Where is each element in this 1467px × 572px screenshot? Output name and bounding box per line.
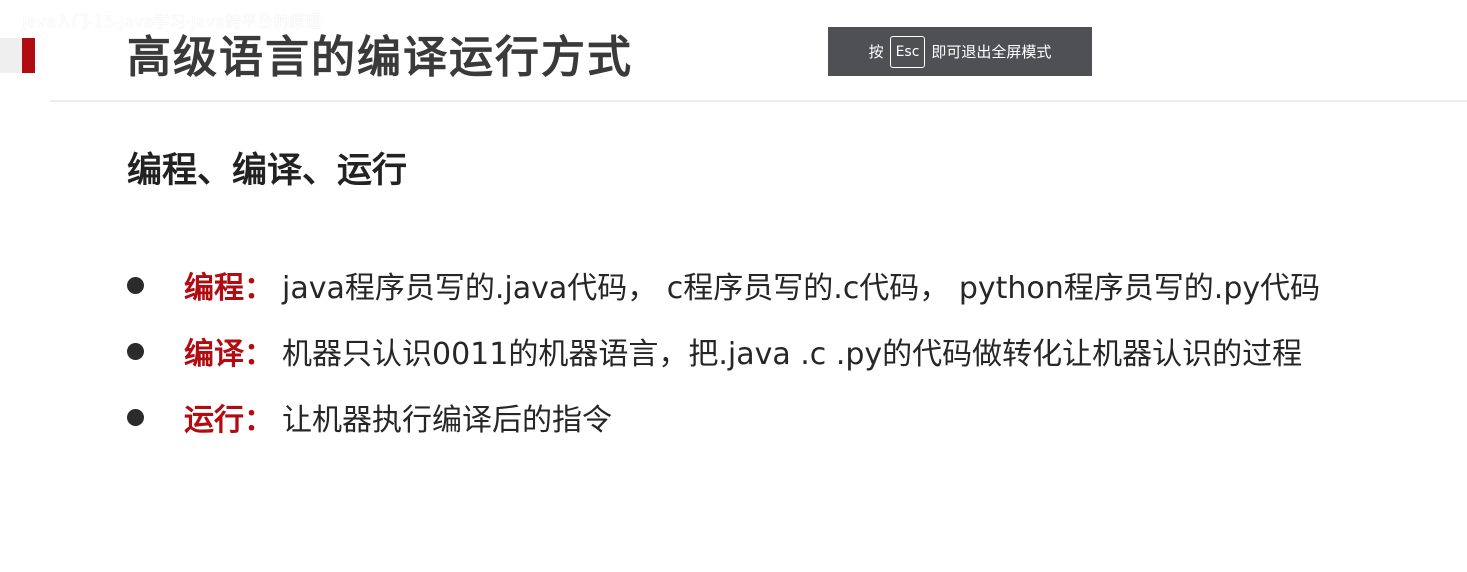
bullet-term: 编程： (184, 271, 274, 306)
bullet-list: 编程： java程序员写的.java代码， c程序员写的.c代码， python… (127, 252, 1447, 450)
bullet-dot-icon (127, 408, 144, 426)
section-heading: 编程、编译、运行 (127, 151, 408, 191)
bullet-term: 运行： (184, 403, 274, 438)
hint-suffix: 即可退出全屏模式 (931, 43, 1052, 61)
bullet-dot-icon (127, 342, 144, 360)
bullet-item-compiling: 编译： 机器只认识0011的机器语言，把.java .c .py的代码做转化让机… (127, 318, 1447, 384)
accent-bar-shadow (0, 38, 22, 73)
title-divider (50, 100, 1467, 102)
bullet-description: 让机器执行编译后的指令 (282, 403, 612, 438)
slide-title: 高级语言的编译运行方式 (127, 32, 633, 83)
bullet-item-programming: 编程： java程序员写的.java代码， c程序员写的.c代码， python… (127, 252, 1447, 318)
bullet-description: java程序员写的.java代码， c程序员写的.c代码， python程序员写… (282, 271, 1321, 306)
hint-prefix: 按 (868, 43, 884, 61)
bullet-item-running: 运行： 让机器执行编译后的指令 (127, 384, 1447, 450)
bullet-term: 编译： (184, 337, 274, 372)
accent-bar (22, 38, 35, 73)
esc-key-icon: Esc (889, 35, 926, 68)
fullscreen-exit-hint: 按 Esc 即可退出全屏模式 (828, 27, 1092, 76)
bullet-description: 机器只认识0011的机器语言，把.java .c .py的代码做转化让机器认识的… (282, 337, 1303, 372)
bullet-dot-icon (127, 276, 144, 294)
